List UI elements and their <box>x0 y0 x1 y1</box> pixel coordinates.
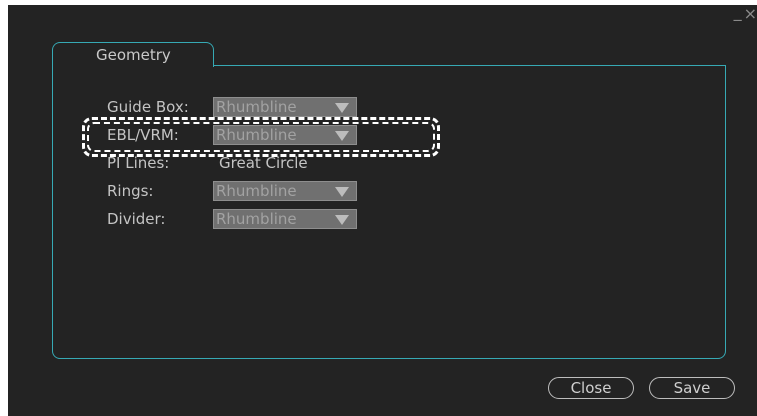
close-icon[interactable]: × <box>744 5 757 23</box>
guide-box-value: Rhumbline <box>216 98 297 116</box>
guide-box-label: Guide Box: <box>107 98 189 116</box>
guide-box-row: Guide Box: Rhumbline <box>107 97 357 117</box>
window-controls: _ × <box>734 3 757 25</box>
divider-value: Rhumbline <box>216 210 297 228</box>
dropdown-arrow-icon <box>335 103 349 113</box>
close-button[interactable]: Close <box>548 377 634 399</box>
divider-row: Divider: Rhumbline <box>107 209 357 229</box>
dropdown-arrow-icon <box>335 215 349 225</box>
divider-label: Divider: <box>107 210 166 228</box>
minimize-icon[interactable]: _ <box>734 3 742 21</box>
rings-select[interactable]: Rhumbline <box>213 181 357 201</box>
guide-box-select[interactable]: Rhumbline <box>213 97 357 117</box>
rings-label: Rings: <box>107 182 154 200</box>
save-button[interactable]: Save <box>649 377 735 399</box>
tab-geometry[interactable]: Geometry <box>52 42 214 67</box>
pi-lines-label: PI Lines: <box>107 154 170 172</box>
dropdown-arrow-icon <box>335 187 349 197</box>
rings-value: Rhumbline <box>216 182 297 200</box>
rings-row: Rings: Rhumbline <box>107 181 357 201</box>
pi-lines-value: Great Circle <box>219 154 308 172</box>
pi-lines-row: PI Lines: Great Circle <box>107 153 308 173</box>
ebl-vrm-select[interactable]: Rhumbline <box>213 125 357 145</box>
ebl-vrm-label: EBL/VRM: <box>107 126 179 144</box>
ebl-vrm-value: Rhumbline <box>216 126 297 144</box>
dropdown-arrow-icon <box>335 131 349 141</box>
ebl-vrm-row: EBL/VRM: Rhumbline <box>107 125 357 145</box>
divider-select[interactable]: Rhumbline <box>213 209 357 229</box>
